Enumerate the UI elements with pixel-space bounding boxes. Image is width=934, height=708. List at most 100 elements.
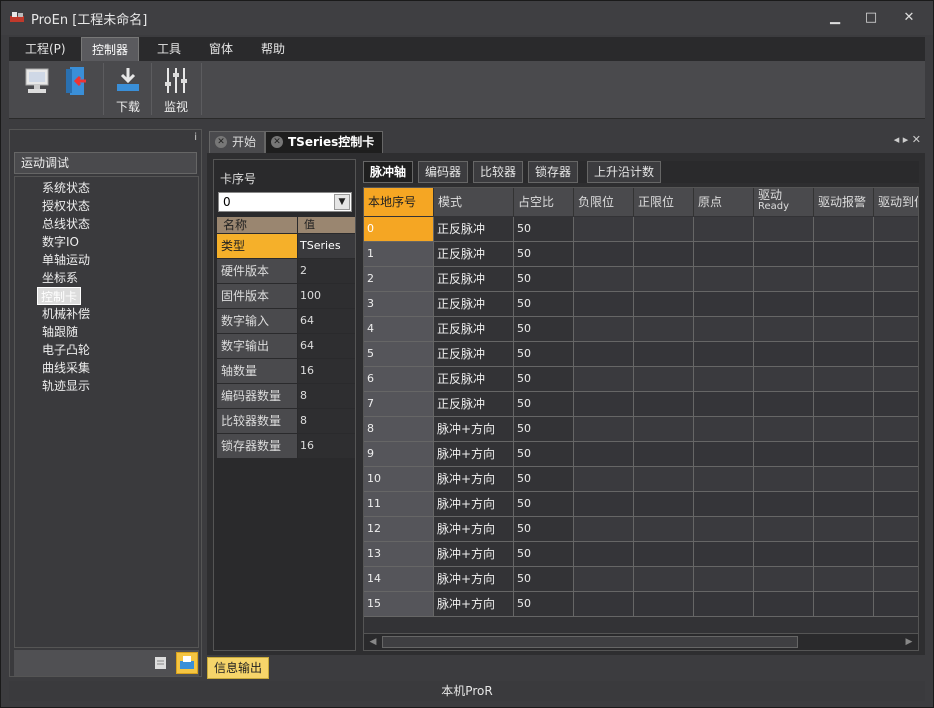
subtab-4[interactable]: 上升沿计数 bbox=[587, 161, 662, 183]
column-header[interactable]: 驱动 Ready bbox=[754, 188, 814, 216]
table-cell[interactable] bbox=[814, 592, 874, 617]
table-cell[interactable]: 50 bbox=[514, 442, 574, 467]
table-cell[interactable] bbox=[814, 442, 874, 467]
table-cell[interactable]: 9 bbox=[364, 442, 434, 467]
table-row[interactable]: 1 正反脉冲 50 bbox=[364, 242, 918, 267]
exit-button[interactable] bbox=[61, 63, 97, 117]
table-cell[interactable]: 5 bbox=[364, 342, 434, 367]
table-cell[interactable] bbox=[574, 242, 634, 267]
table-cell[interactable] bbox=[574, 317, 634, 342]
table-cell[interactable] bbox=[694, 317, 754, 342]
tab-nav-icons[interactable]: ◂ ▸ ✕ bbox=[894, 133, 921, 146]
table-cell[interactable] bbox=[634, 517, 694, 542]
table-cell[interactable]: 正反脉冲 bbox=[434, 367, 514, 392]
prop-row[interactable]: 轴数量 16 bbox=[217, 359, 355, 384]
table-cell[interactable] bbox=[754, 417, 814, 442]
table-cell[interactable]: 50 bbox=[514, 317, 574, 342]
table-cell[interactable] bbox=[874, 567, 918, 592]
prop-row[interactable]: 编码器数量 8 bbox=[217, 384, 355, 409]
table-cell[interactable]: 正反脉冲 bbox=[434, 342, 514, 367]
subtab-0[interactable]: 脉冲轴 bbox=[363, 161, 414, 183]
column-header[interactable]: 负限位 bbox=[574, 188, 634, 216]
tab-start[interactable]: ✕ 开始 bbox=[209, 131, 266, 153]
table-cell[interactable] bbox=[574, 342, 634, 367]
menu-project[interactable]: 工程(P) bbox=[15, 37, 76, 61]
prop-row[interactable]: 比较器数量 8 bbox=[217, 409, 355, 434]
table-row[interactable]: 13 脉冲+方向 50 bbox=[364, 542, 918, 567]
table-cell[interactable]: 脉冲+方向 bbox=[434, 467, 514, 492]
table-cell[interactable] bbox=[754, 292, 814, 317]
table-cell[interactable] bbox=[634, 342, 694, 367]
horizontal-scrollbar[interactable]: ◀ ▶ bbox=[364, 633, 918, 650]
download-button[interactable]: 下载 bbox=[109, 63, 147, 117]
table-cell[interactable] bbox=[814, 367, 874, 392]
table-cell[interactable] bbox=[634, 242, 694, 267]
column-header[interactable]: 模式 bbox=[434, 188, 514, 216]
scroll-thumb[interactable] bbox=[382, 636, 798, 648]
table-cell[interactable]: 13 bbox=[364, 542, 434, 567]
table-cell[interactable]: 脉冲+方向 bbox=[434, 492, 514, 517]
table-cell[interactable] bbox=[574, 292, 634, 317]
table-row[interactable]: 8 脉冲+方向 50 bbox=[364, 417, 918, 442]
table-row[interactable]: 14 脉冲+方向 50 bbox=[364, 567, 918, 592]
table-row[interactable]: 4 正反脉冲 50 bbox=[364, 317, 918, 342]
minimize-button[interactable]: ▁ bbox=[821, 7, 849, 29]
table-cell[interactable]: 50 bbox=[514, 567, 574, 592]
table-cell[interactable] bbox=[574, 542, 634, 567]
table-cell[interactable]: 正反脉冲 bbox=[434, 217, 514, 242]
prop-row[interactable]: 类型 TSeries bbox=[217, 234, 355, 259]
tab-info-output[interactable]: 信息输出 bbox=[207, 657, 270, 679]
table-cell[interactable] bbox=[694, 292, 754, 317]
table-cell[interactable] bbox=[874, 542, 918, 567]
prop-row[interactable]: 数字输入 64 bbox=[217, 309, 355, 334]
prop-row[interactable]: 硬件版本 2 bbox=[217, 259, 355, 284]
table-cell[interactable]: 8 bbox=[364, 417, 434, 442]
table-row[interactable]: 12 脉冲+方向 50 bbox=[364, 517, 918, 542]
tree-item-control-card[interactable]: 控制卡 bbox=[37, 287, 82, 305]
table-row[interactable]: 3 正反脉冲 50 bbox=[364, 292, 918, 317]
table-cell[interactable]: 12 bbox=[364, 517, 434, 542]
table-cell[interactable]: 14 bbox=[364, 567, 434, 592]
table-row[interactable]: 15 脉冲+方向 50 bbox=[364, 592, 918, 617]
table-cell[interactable]: 脉冲+方向 bbox=[434, 442, 514, 467]
table-cell[interactable]: 50 bbox=[514, 367, 574, 392]
table-cell[interactable]: 脉冲+方向 bbox=[434, 567, 514, 592]
table-row[interactable]: 9 脉冲+方向 50 bbox=[364, 442, 918, 467]
table-cell[interactable]: 正反脉冲 bbox=[434, 392, 514, 417]
table-cell[interactable] bbox=[634, 492, 694, 517]
table-cell[interactable] bbox=[814, 392, 874, 417]
table-row[interactable]: 10 脉冲+方向 50 bbox=[364, 467, 918, 492]
tree-item-digital-io[interactable]: 数字IO bbox=[39, 233, 82, 251]
document-icon[interactable] bbox=[154, 656, 168, 670]
table-cell[interactable]: 50 bbox=[514, 292, 574, 317]
menu-help[interactable]: 帮助 bbox=[251, 37, 295, 61]
table-cell[interactable]: 脉冲+方向 bbox=[434, 417, 514, 442]
table-cell[interactable] bbox=[754, 267, 814, 292]
table-cell[interactable] bbox=[694, 367, 754, 392]
table-cell[interactable] bbox=[874, 342, 918, 367]
tree-item-electronic-cam[interactable]: 电子凸轮 bbox=[39, 341, 93, 359]
table-cell[interactable] bbox=[694, 392, 754, 417]
menu-controller[interactable]: 控制器 bbox=[81, 37, 140, 61]
table-cell[interactable] bbox=[814, 567, 874, 592]
table-cell[interactable] bbox=[814, 542, 874, 567]
table-cell[interactable] bbox=[814, 517, 874, 542]
table-cell[interactable]: 50 bbox=[514, 392, 574, 417]
table-cell[interactable] bbox=[754, 317, 814, 342]
table-cell[interactable]: 50 bbox=[514, 242, 574, 267]
table-cell[interactable] bbox=[694, 517, 754, 542]
table-cell[interactable]: 7 bbox=[364, 392, 434, 417]
tree-item-coordinate[interactable]: 坐标系 bbox=[39, 269, 81, 287]
prop-row[interactable]: 数字输出 64 bbox=[217, 334, 355, 359]
table-cell[interactable] bbox=[874, 592, 918, 617]
table-cell[interactable] bbox=[754, 242, 814, 267]
tree-item-bus-status[interactable]: 总线状态 bbox=[39, 215, 93, 233]
chevron-down-icon[interactable]: ▼ bbox=[334, 194, 350, 210]
tree-item-license-status[interactable]: 授权状态 bbox=[39, 197, 93, 215]
close-button[interactable]: ✕ bbox=[895, 7, 923, 29]
tree-item-trajectory[interactable]: 轨迹显示 bbox=[39, 377, 93, 395]
table-cell[interactable] bbox=[814, 267, 874, 292]
table-cell[interactable] bbox=[874, 317, 918, 342]
close-icon[interactable]: ✕ bbox=[271, 136, 283, 148]
table-cell[interactable] bbox=[634, 567, 694, 592]
